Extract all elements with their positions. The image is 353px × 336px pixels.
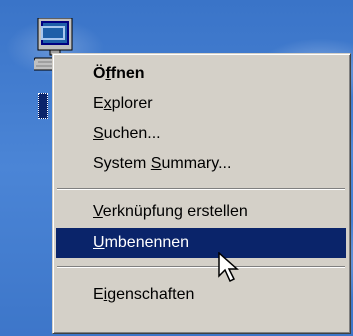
menu-item-verknuepfung-erstellen[interactable]: Verknüpfung erstellen (56, 197, 346, 227)
menu-item-explorer[interactable]: Explorer (56, 89, 346, 119)
menu-item-system-summary[interactable]: System Summary... (56, 149, 346, 179)
arrow-cursor-icon (218, 252, 239, 283)
desktop-icon-label-selection (38, 93, 48, 119)
menu-separator (57, 188, 345, 190)
context-menu: Öffnen Explorer Suchen... System Summary… (52, 53, 351, 334)
menu-item-eigenschaften[interactable]: Eigenschaften (56, 280, 346, 310)
menu-item-suchen[interactable]: Suchen... (56, 119, 346, 149)
menu-item-oeffnen[interactable]: Öffnen (56, 59, 346, 89)
menu-separator (57, 266, 345, 268)
menu-item-umbenennen[interactable]: Umbenennen (56, 228, 346, 258)
